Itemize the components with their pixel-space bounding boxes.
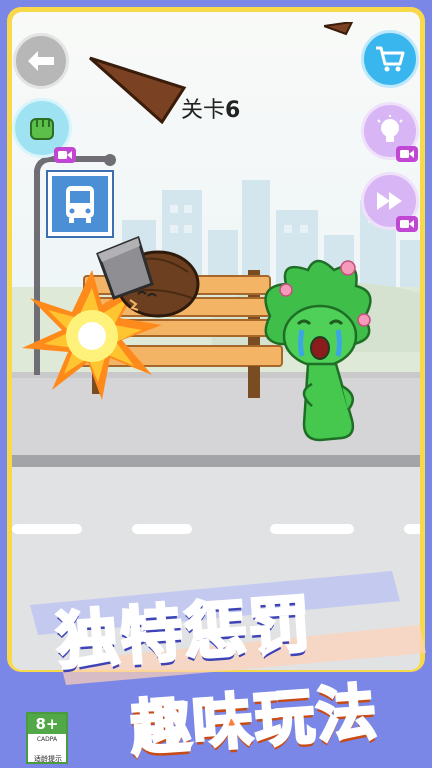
bus-icon	[66, 186, 94, 223]
age-rating-org: CADPA	[36, 736, 58, 743]
road-marking	[12, 524, 82, 534]
curb	[12, 455, 420, 467]
level-prefix: 关卡	[181, 98, 226, 123]
level-label: 关卡6	[181, 92, 240, 124]
back-arrow-icon	[28, 51, 54, 71]
level-number: 6	[225, 98, 241, 123]
green-fist-icon	[30, 118, 54, 140]
crying-plant-character	[264, 259, 372, 442]
bus-stop-sign	[48, 172, 112, 236]
fast-forward-icon	[377, 192, 402, 210]
shop-button[interactable]	[361, 30, 419, 88]
lightbulb-icon	[377, 115, 403, 142]
road-marking	[404, 524, 420, 534]
wooden-stick	[89, 56, 187, 124]
promo-title-line2: 趣味玩法	[127, 676, 382, 766]
road-marking	[270, 524, 354, 534]
video-camera-icon	[54, 147, 76, 163]
age-rating-value: 8+	[28, 714, 66, 734]
shopping-cart-icon	[376, 46, 405, 72]
age-rating-caption: 适龄提示	[34, 755, 62, 763]
road-marking	[132, 524, 192, 534]
bus-stop-pole-knob	[104, 154, 116, 166]
bucket-head-character	[96, 236, 200, 318]
back-button[interactable]	[13, 33, 69, 89]
video-camera-icon	[396, 216, 418, 232]
promo-title-line1: 独特惩罚	[53, 586, 316, 680]
wooden-stick-top	[324, 22, 354, 36]
video-camera-icon	[396, 146, 418, 162]
